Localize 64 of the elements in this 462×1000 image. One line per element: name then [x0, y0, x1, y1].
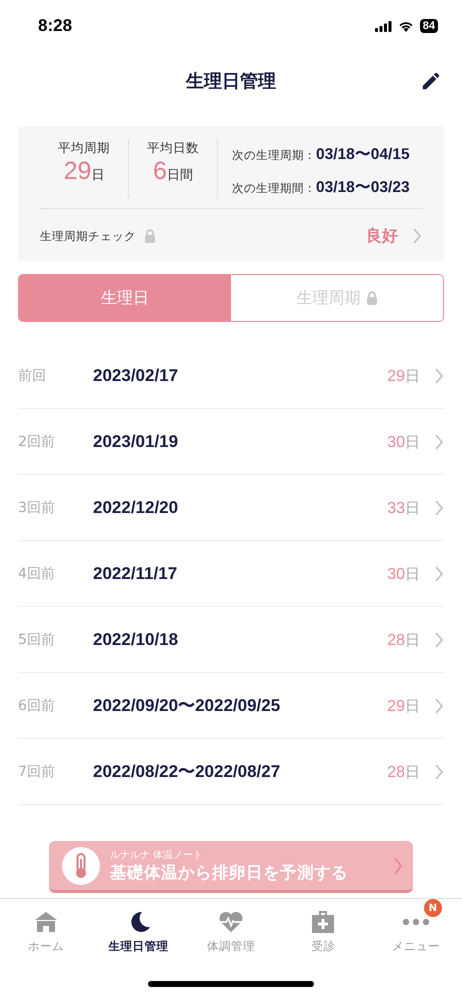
chevron-right-icon: [434, 500, 444, 516]
signal-icon: [374, 20, 392, 32]
period-date: 2022/09/20〜2022/09/25: [93, 695, 282, 717]
cycle-days: 29日: [387, 366, 420, 386]
period-row[interactable]: 6回前 2022/09/20〜2022/09/25 29日: [18, 673, 444, 739]
banner-subtitle: ルナルナ 体温ノート: [110, 848, 204, 862]
home-icon: [33, 910, 60, 934]
row-label: 7回前: [18, 762, 56, 780]
heart-pulse-icon: [218, 910, 244, 934]
wifi-icon: [398, 20, 414, 32]
lock-icon: [366, 290, 378, 306]
clock-time: 8:28: [38, 16, 72, 36]
row-label: 5回前: [18, 630, 56, 648]
forecast-label: 次の生理周期：: [232, 148, 316, 163]
stat-label: 平均周期: [57, 140, 111, 157]
period-date: 2022/12/20: [93, 498, 180, 518]
row-label: 前回: [18, 366, 47, 384]
cycle-days: 28日: [387, 630, 420, 650]
notification-badge: N: [424, 899, 442, 917]
screen-title: 生理日管理: [186, 70, 276, 93]
row-label: 6回前: [18, 696, 56, 714]
period-row[interactable]: 前回 2023/02/17 29日: [18, 343, 444, 409]
chevron-right-icon: [434, 698, 444, 714]
stat-value: 29 日: [62, 157, 106, 186]
chevron-right-icon: [434, 368, 444, 384]
chevron-right-icon: [434, 764, 444, 780]
edit-icon[interactable]: [420, 70, 442, 92]
cycle-days: 33日: [387, 498, 420, 518]
row-label: 3回前: [18, 498, 56, 516]
row-label: 4回前: [18, 564, 56, 582]
chevron-right-icon: [434, 434, 444, 450]
tab-bar-item[interactable]: 生理日管理: [92, 899, 185, 967]
cycle-days: 30日: [387, 432, 420, 452]
medical-case-icon: [310, 910, 336, 934]
stat-label: 平均日数: [146, 140, 200, 157]
check-label: 生理周期チェック: [40, 228, 136, 244]
chevron-right-icon: [393, 856, 403, 874]
chevron-right-icon: [434, 566, 444, 582]
thermometer-icon: [62, 846, 100, 884]
cycle-check-row[interactable]: 生理周期チェック 良好: [40, 209, 422, 249]
period-date: 2023/01/19: [93, 432, 180, 452]
period-row[interactable]: 7回前 2022/08/22〜2022/08/27 28日: [18, 739, 444, 805]
chevron-right-icon: [412, 228, 422, 244]
period-row[interactable]: 2回前 2023/01/19 30日: [18, 409, 444, 475]
chevron-right-icon: [434, 632, 444, 648]
period-row[interactable]: 3回前 2022/12/20 33日: [18, 475, 444, 541]
cycle-days: 30日: [387, 564, 420, 584]
more-icon: [402, 918, 430, 926]
period-date: 2022/10/18: [93, 630, 180, 650]
period-row[interactable]: 4回前 2022/11/17 30日: [18, 541, 444, 607]
cycle-days: 29日: [387, 696, 420, 716]
forecast-label: 次の生理期間：: [232, 181, 316, 196]
row-label: 2回前: [18, 432, 56, 450]
cycle-days: 28日: [387, 762, 420, 782]
check-result: 良好: [366, 226, 398, 246]
banner-title: 基礎体温から排卵日を予測する: [110, 862, 349, 884]
period-date: 2023/02/17: [93, 366, 180, 386]
period-row[interactable]: 5回前 2022/10/18 28日: [18, 607, 444, 673]
forecast-value: 03/18〜03/23: [316, 178, 410, 198]
stat-value: 6 日間: [152, 157, 194, 186]
forecast-value: 03/18〜04/15: [316, 145, 410, 165]
battery-level: 84: [420, 19, 438, 33]
period-date: 2022/11/17: [93, 564, 178, 584]
period-date: 2022/08/22〜2022/08/27: [93, 761, 282, 783]
